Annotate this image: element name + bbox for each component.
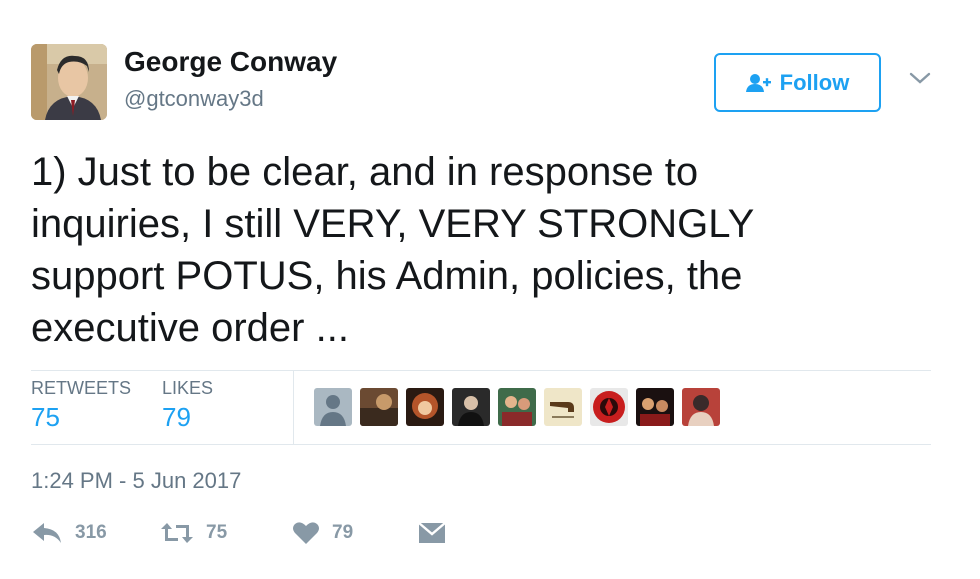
follow-button[interactable]: Follow (714, 53, 881, 112)
heart-icon (293, 522, 319, 544)
tweet-card: George Conway @gtconway3d Follow 1) Just… (0, 0, 980, 579)
retweets-label[interactable]: RETWEETS (31, 378, 131, 399)
liker-avatar[interactable] (452, 388, 490, 426)
tweet-text: 1) Just to be clear, and in response to … (31, 150, 755, 350)
stats-bottom-divider (31, 444, 931, 445)
likers-list (314, 388, 720, 426)
author-name[interactable]: George Conway (124, 46, 337, 78)
like-count: 79 (332, 522, 354, 543)
retweet-icon (161, 523, 193, 543)
like-button[interactable]: 79 (292, 516, 353, 550)
liker-avatar[interactable] (406, 388, 444, 426)
retweet-button[interactable]: 75 (160, 516, 227, 550)
stats-top-divider (31, 370, 931, 371)
envelope-icon (418, 522, 446, 543)
reply-count: 316 (75, 522, 107, 543)
author-avatar[interactable] (31, 44, 107, 120)
liker-avatar[interactable] (498, 388, 536, 426)
liker-avatar-default[interactable] (314, 388, 352, 426)
follow-user-icon (745, 73, 771, 92)
retweet-count: 75 (206, 522, 228, 543)
tweet-timestamp[interactable]: 1:24 PM - 5 Jun 2017 (31, 468, 241, 494)
reply-icon (33, 523, 61, 543)
reply-button[interactable]: 316 (31, 516, 107, 550)
follow-button-label: Follow (779, 69, 850, 95)
liker-avatar[interactable] (360, 388, 398, 426)
direct-message-button[interactable] (418, 516, 446, 550)
author-handle[interactable]: @gtconway3d (124, 86, 264, 112)
liker-avatar[interactable] (544, 388, 582, 426)
likes-label[interactable]: LIKES (162, 378, 213, 399)
retweets-value[interactable]: 75 (31, 402, 60, 433)
liker-avatar[interactable] (636, 388, 674, 426)
likes-value[interactable]: 79 (162, 402, 191, 433)
liker-avatar[interactable] (590, 388, 628, 426)
liker-avatar[interactable] (682, 388, 720, 426)
chevron-down-icon[interactable] (908, 70, 932, 86)
stats-vertical-divider (293, 371, 294, 444)
